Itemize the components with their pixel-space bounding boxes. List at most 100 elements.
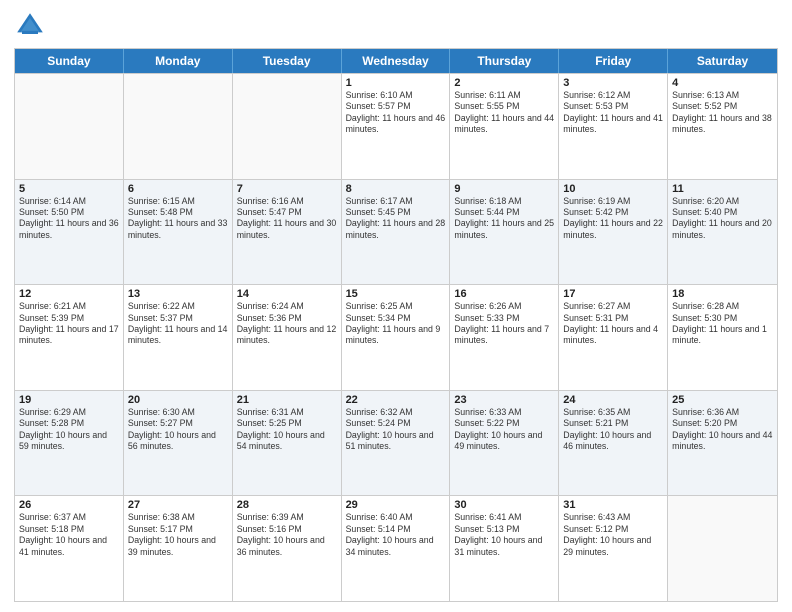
day-number: 7 (237, 183, 337, 195)
calendar-body: 1Sunrise: 6:10 AM Sunset: 5:57 PM Daylig… (15, 73, 777, 601)
day-info: Sunrise: 6:12 AM Sunset: 5:53 PM Dayligh… (563, 90, 663, 136)
logo-icon (14, 10, 46, 42)
calendar-cell-27: 27Sunrise: 6:38 AM Sunset: 5:17 PM Dayli… (124, 496, 233, 601)
page: SundayMondayTuesdayWednesdayThursdayFrid… (0, 0, 792, 612)
calendar-cell-29: 29Sunrise: 6:40 AM Sunset: 5:14 PM Dayli… (342, 496, 451, 601)
calendar-cell-15: 15Sunrise: 6:25 AM Sunset: 5:34 PM Dayli… (342, 285, 451, 390)
calendar-cell-11: 11Sunrise: 6:20 AM Sunset: 5:40 PM Dayli… (668, 180, 777, 285)
day-number: 20 (128, 394, 228, 406)
calendar-cell-empty-0-2 (233, 74, 342, 179)
calendar-cell-9: 9Sunrise: 6:18 AM Sunset: 5:44 PM Daylig… (450, 180, 559, 285)
day-info: Sunrise: 6:39 AM Sunset: 5:16 PM Dayligh… (237, 512, 337, 558)
day-number: 5 (19, 183, 119, 195)
calendar-cell-17: 17Sunrise: 6:27 AM Sunset: 5:31 PM Dayli… (559, 285, 668, 390)
weekday-header-wednesday: Wednesday (342, 49, 451, 73)
day-info: Sunrise: 6:10 AM Sunset: 5:57 PM Dayligh… (346, 90, 446, 136)
calendar-row-1: 5Sunrise: 6:14 AM Sunset: 5:50 PM Daylig… (15, 179, 777, 285)
calendar-cell-3: 3Sunrise: 6:12 AM Sunset: 5:53 PM Daylig… (559, 74, 668, 179)
calendar-row-3: 19Sunrise: 6:29 AM Sunset: 5:28 PM Dayli… (15, 390, 777, 496)
calendar-cell-8: 8Sunrise: 6:17 AM Sunset: 5:45 PM Daylig… (342, 180, 451, 285)
weekday-header-monday: Monday (124, 49, 233, 73)
day-number: 19 (19, 394, 119, 406)
day-info: Sunrise: 6:14 AM Sunset: 5:50 PM Dayligh… (19, 196, 119, 242)
day-info: Sunrise: 6:29 AM Sunset: 5:28 PM Dayligh… (19, 407, 119, 453)
day-number: 23 (454, 394, 554, 406)
day-info: Sunrise: 6:24 AM Sunset: 5:36 PM Dayligh… (237, 301, 337, 347)
calendar-cell-6: 6Sunrise: 6:15 AM Sunset: 5:48 PM Daylig… (124, 180, 233, 285)
day-number: 18 (672, 288, 773, 300)
weekday-header-saturday: Saturday (668, 49, 777, 73)
calendar-row-2: 12Sunrise: 6:21 AM Sunset: 5:39 PM Dayli… (15, 284, 777, 390)
header (14, 10, 778, 42)
logo (14, 10, 50, 42)
calendar-cell-4: 4Sunrise: 6:13 AM Sunset: 5:52 PM Daylig… (668, 74, 777, 179)
day-number: 29 (346, 499, 446, 511)
calendar-cell-13: 13Sunrise: 6:22 AM Sunset: 5:37 PM Dayli… (124, 285, 233, 390)
calendar-cell-22: 22Sunrise: 6:32 AM Sunset: 5:24 PM Dayli… (342, 391, 451, 496)
calendar-header: SundayMondayTuesdayWednesdayThursdayFrid… (15, 49, 777, 73)
day-info: Sunrise: 6:25 AM Sunset: 5:34 PM Dayligh… (346, 301, 446, 347)
day-number: 25 (672, 394, 773, 406)
calendar-cell-21: 21Sunrise: 6:31 AM Sunset: 5:25 PM Dayli… (233, 391, 342, 496)
calendar-cell-30: 30Sunrise: 6:41 AM Sunset: 5:13 PM Dayli… (450, 496, 559, 601)
day-number: 2 (454, 77, 554, 89)
day-info: Sunrise: 6:27 AM Sunset: 5:31 PM Dayligh… (563, 301, 663, 347)
calendar-cell-1: 1Sunrise: 6:10 AM Sunset: 5:57 PM Daylig… (342, 74, 451, 179)
calendar-cell-19: 19Sunrise: 6:29 AM Sunset: 5:28 PM Dayli… (15, 391, 124, 496)
day-number: 1 (346, 77, 446, 89)
day-info: Sunrise: 6:13 AM Sunset: 5:52 PM Dayligh… (672, 90, 773, 136)
weekday-header-thursday: Thursday (450, 49, 559, 73)
calendar-cell-empty-0-0 (15, 74, 124, 179)
calendar-cell-10: 10Sunrise: 6:19 AM Sunset: 5:42 PM Dayli… (559, 180, 668, 285)
day-info: Sunrise: 6:28 AM Sunset: 5:30 PM Dayligh… (672, 301, 773, 347)
calendar-cell-5: 5Sunrise: 6:14 AM Sunset: 5:50 PM Daylig… (15, 180, 124, 285)
day-info: Sunrise: 6:31 AM Sunset: 5:25 PM Dayligh… (237, 407, 337, 453)
day-number: 21 (237, 394, 337, 406)
calendar-cell-26: 26Sunrise: 6:37 AM Sunset: 5:18 PM Dayli… (15, 496, 124, 601)
day-info: Sunrise: 6:38 AM Sunset: 5:17 PM Dayligh… (128, 512, 228, 558)
day-number: 3 (563, 77, 663, 89)
day-number: 11 (672, 183, 773, 195)
day-info: Sunrise: 6:26 AM Sunset: 5:33 PM Dayligh… (454, 301, 554, 347)
day-number: 15 (346, 288, 446, 300)
calendar-cell-20: 20Sunrise: 6:30 AM Sunset: 5:27 PM Dayli… (124, 391, 233, 496)
day-info: Sunrise: 6:30 AM Sunset: 5:27 PM Dayligh… (128, 407, 228, 453)
day-info: Sunrise: 6:32 AM Sunset: 5:24 PM Dayligh… (346, 407, 446, 453)
day-number: 6 (128, 183, 228, 195)
day-info: Sunrise: 6:15 AM Sunset: 5:48 PM Dayligh… (128, 196, 228, 242)
day-number: 16 (454, 288, 554, 300)
day-info: Sunrise: 6:18 AM Sunset: 5:44 PM Dayligh… (454, 196, 554, 242)
weekday-header-tuesday: Tuesday (233, 49, 342, 73)
day-info: Sunrise: 6:37 AM Sunset: 5:18 PM Dayligh… (19, 512, 119, 558)
day-info: Sunrise: 6:19 AM Sunset: 5:42 PM Dayligh… (563, 196, 663, 242)
calendar-cell-7: 7Sunrise: 6:16 AM Sunset: 5:47 PM Daylig… (233, 180, 342, 285)
day-number: 22 (346, 394, 446, 406)
day-info: Sunrise: 6:40 AM Sunset: 5:14 PM Dayligh… (346, 512, 446, 558)
calendar-cell-2: 2Sunrise: 6:11 AM Sunset: 5:55 PM Daylig… (450, 74, 559, 179)
day-info: Sunrise: 6:22 AM Sunset: 5:37 PM Dayligh… (128, 301, 228, 347)
weekday-header-friday: Friday (559, 49, 668, 73)
day-number: 4 (672, 77, 773, 89)
day-number: 13 (128, 288, 228, 300)
day-number: 31 (563, 499, 663, 511)
calendar: SundayMondayTuesdayWednesdayThursdayFrid… (14, 48, 778, 602)
day-number: 9 (454, 183, 554, 195)
day-number: 26 (19, 499, 119, 511)
day-number: 10 (563, 183, 663, 195)
day-info: Sunrise: 6:20 AM Sunset: 5:40 PM Dayligh… (672, 196, 773, 242)
day-info: Sunrise: 6:43 AM Sunset: 5:12 PM Dayligh… (563, 512, 663, 558)
calendar-cell-empty-4-6 (668, 496, 777, 601)
day-info: Sunrise: 6:17 AM Sunset: 5:45 PM Dayligh… (346, 196, 446, 242)
calendar-row-4: 26Sunrise: 6:37 AM Sunset: 5:18 PM Dayli… (15, 495, 777, 601)
weekday-header-sunday: Sunday (15, 49, 124, 73)
day-number: 27 (128, 499, 228, 511)
day-info: Sunrise: 6:21 AM Sunset: 5:39 PM Dayligh… (19, 301, 119, 347)
calendar-cell-25: 25Sunrise: 6:36 AM Sunset: 5:20 PM Dayli… (668, 391, 777, 496)
calendar-cell-16: 16Sunrise: 6:26 AM Sunset: 5:33 PM Dayli… (450, 285, 559, 390)
day-info: Sunrise: 6:16 AM Sunset: 5:47 PM Dayligh… (237, 196, 337, 242)
day-number: 30 (454, 499, 554, 511)
calendar-cell-14: 14Sunrise: 6:24 AM Sunset: 5:36 PM Dayli… (233, 285, 342, 390)
calendar-cell-18: 18Sunrise: 6:28 AM Sunset: 5:30 PM Dayli… (668, 285, 777, 390)
calendar-cell-24: 24Sunrise: 6:35 AM Sunset: 5:21 PM Dayli… (559, 391, 668, 496)
day-number: 8 (346, 183, 446, 195)
